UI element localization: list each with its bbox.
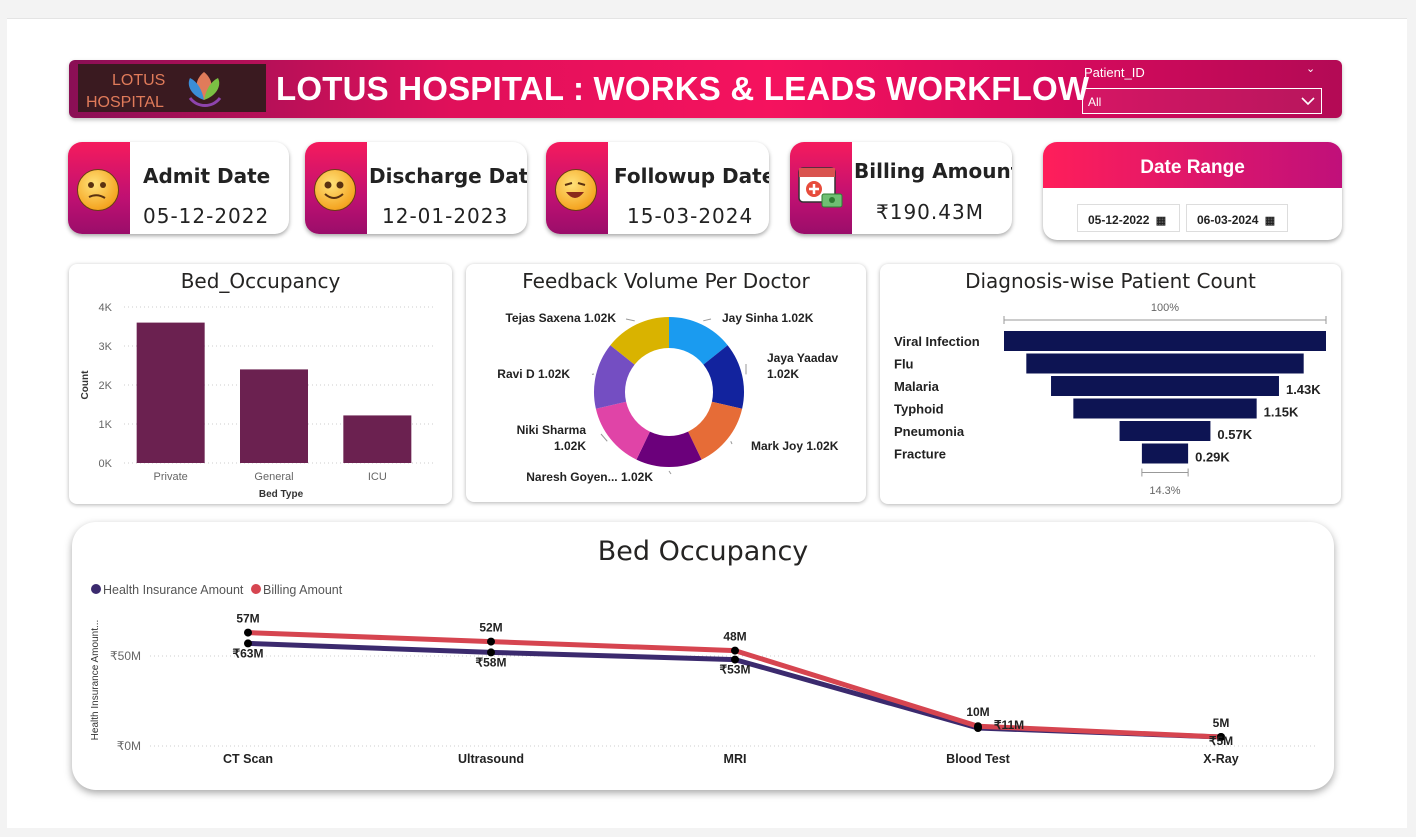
y-tick-label: 2K — [99, 380, 113, 392]
confused-face-icon — [77, 169, 119, 211]
leader-line — [600, 433, 608, 442]
data-label: Jaya Yaadav — [767, 351, 839, 365]
kpi-value: 05-12-2022 — [143, 204, 270, 228]
data-label: Jay Sinha 1.02K — [722, 311, 814, 325]
data-label: Ravi D 1.02K — [497, 367, 570, 381]
start-date-value: 05-12-2022 — [1088, 213, 1150, 227]
leader-line — [668, 470, 672, 475]
kpi-label: Billing Amount — [854, 159, 1012, 183]
data-label: 1.02K — [554, 439, 586, 453]
data-label: Mark Joy 1.02K — [751, 439, 839, 453]
laughing-face-icon — [555, 169, 597, 211]
kpi-discharge-date: Discharge Date 12-01-2023 — [305, 142, 527, 234]
y-tick-label: 3K — [99, 341, 113, 353]
logo-text-lotus: LOTUS — [112, 72, 166, 89]
x-tick-label: General — [254, 471, 293, 483]
kpi-value: 15-03-2024 — [627, 204, 754, 228]
kpi-label: Admit Date — [143, 164, 271, 188]
bar — [136, 322, 205, 463]
date-range-label: Date Range — [1140, 157, 1245, 178]
y-tick-label: 0K — [99, 458, 113, 470]
y-tick-label: 4K — [99, 302, 113, 314]
end-date-value: 06-03-2024 — [1197, 213, 1259, 227]
date-range-slicer: Date Range 05-12-2022 ▦ 06-03-2024 ▦ — [1043, 142, 1342, 240]
patient-id-dropdown[interactable] — [1082, 88, 1322, 114]
patient-id-slicer-label: Patient_ID — [1084, 65, 1145, 80]
kpi-value: ₹190.43M — [876, 200, 984, 224]
data-label: 1.02K — [767, 367, 799, 381]
start-date-input[interactable]: 05-12-2022 ▦ — [1077, 204, 1180, 232]
end-date-input[interactable]: 06-03-2024 ▦ — [1186, 204, 1288, 232]
leader-line — [703, 318, 712, 322]
leader-line — [625, 318, 635, 322]
bed-occupancy-bar-chart: 0K 1K 2K 3K 4K Private General ICU Bed Type Count — [80, 302, 434, 500]
smiling-face-icon — [314, 169, 356, 211]
feedback-donut-card: Feedback Volume Per Doctor Jay Sinha 1.0… — [466, 264, 866, 502]
dropdown-chevron-icon[interactable] — [1300, 96, 1316, 106]
kpi-admit-date: Admit Date 05-12-2022 — [68, 142, 289, 234]
kpi-followup-date: Followup Date 15-03-2024 — [546, 142, 769, 234]
x-tick-label: Private — [154, 471, 188, 483]
feedback-donut-chart: Jay Sinha 1.02K Jaya Yaadav 1.02K Mark Joy … — [497, 311, 839, 484]
bed-occupancy-bar-card: Bed_Occupancy 0K 1K 2K 3K 4K Private General IC… — [69, 264, 452, 504]
data-label: Niki Sharma — [517, 423, 587, 437]
y-tick-label: 1K — [99, 419, 113, 431]
patient-id-dropdown-value: All — [1088, 95, 1102, 109]
chevron-down-icon[interactable]: ⌄ — [1306, 62, 1315, 75]
bar — [343, 415, 412, 463]
x-tick-label: ICU — [368, 471, 387, 483]
kpi-label: Followup Date — [614, 164, 769, 188]
data-label: Naresh Goyen... 1.02K — [526, 470, 653, 484]
page-title: LOTUS HOSPITAL : WORKS & LEADS WORKFLOW — [276, 70, 1090, 107]
x-axis-label: Bed Type — [259, 489, 304, 500]
y-axis-label: Count — [80, 370, 91, 400]
leader-line — [730, 441, 733, 445]
kpi-billing-amount: Billing Amount ₹190.43M — [790, 142, 1012, 234]
calendar-icon[interactable]: ▦ — [1156, 215, 1166, 227]
kpi-label: Discharge Date — [369, 164, 527, 188]
diagnosis-funnel-card: Diagnosis-wise Patient Count — [880, 264, 1341, 504]
data-label: Tejas Saxena 1.02K — [505, 311, 616, 325]
calendar-icon[interactable]: ▦ — [1265, 215, 1275, 227]
logo-text-hospital: HOSPITAL — [86, 94, 164, 111]
medical-billing-icon — [796, 160, 846, 216]
kpi-value: 12-01-2023 — [382, 204, 509, 228]
bar — [240, 369, 308, 463]
chart-title: Bed Occupancy — [597, 536, 809, 567]
chart-title: Diagnosis-wise Patient Count — [965, 269, 1256, 293]
bed-occupancy-line-card: Bed Occupancy — [72, 522, 1334, 790]
